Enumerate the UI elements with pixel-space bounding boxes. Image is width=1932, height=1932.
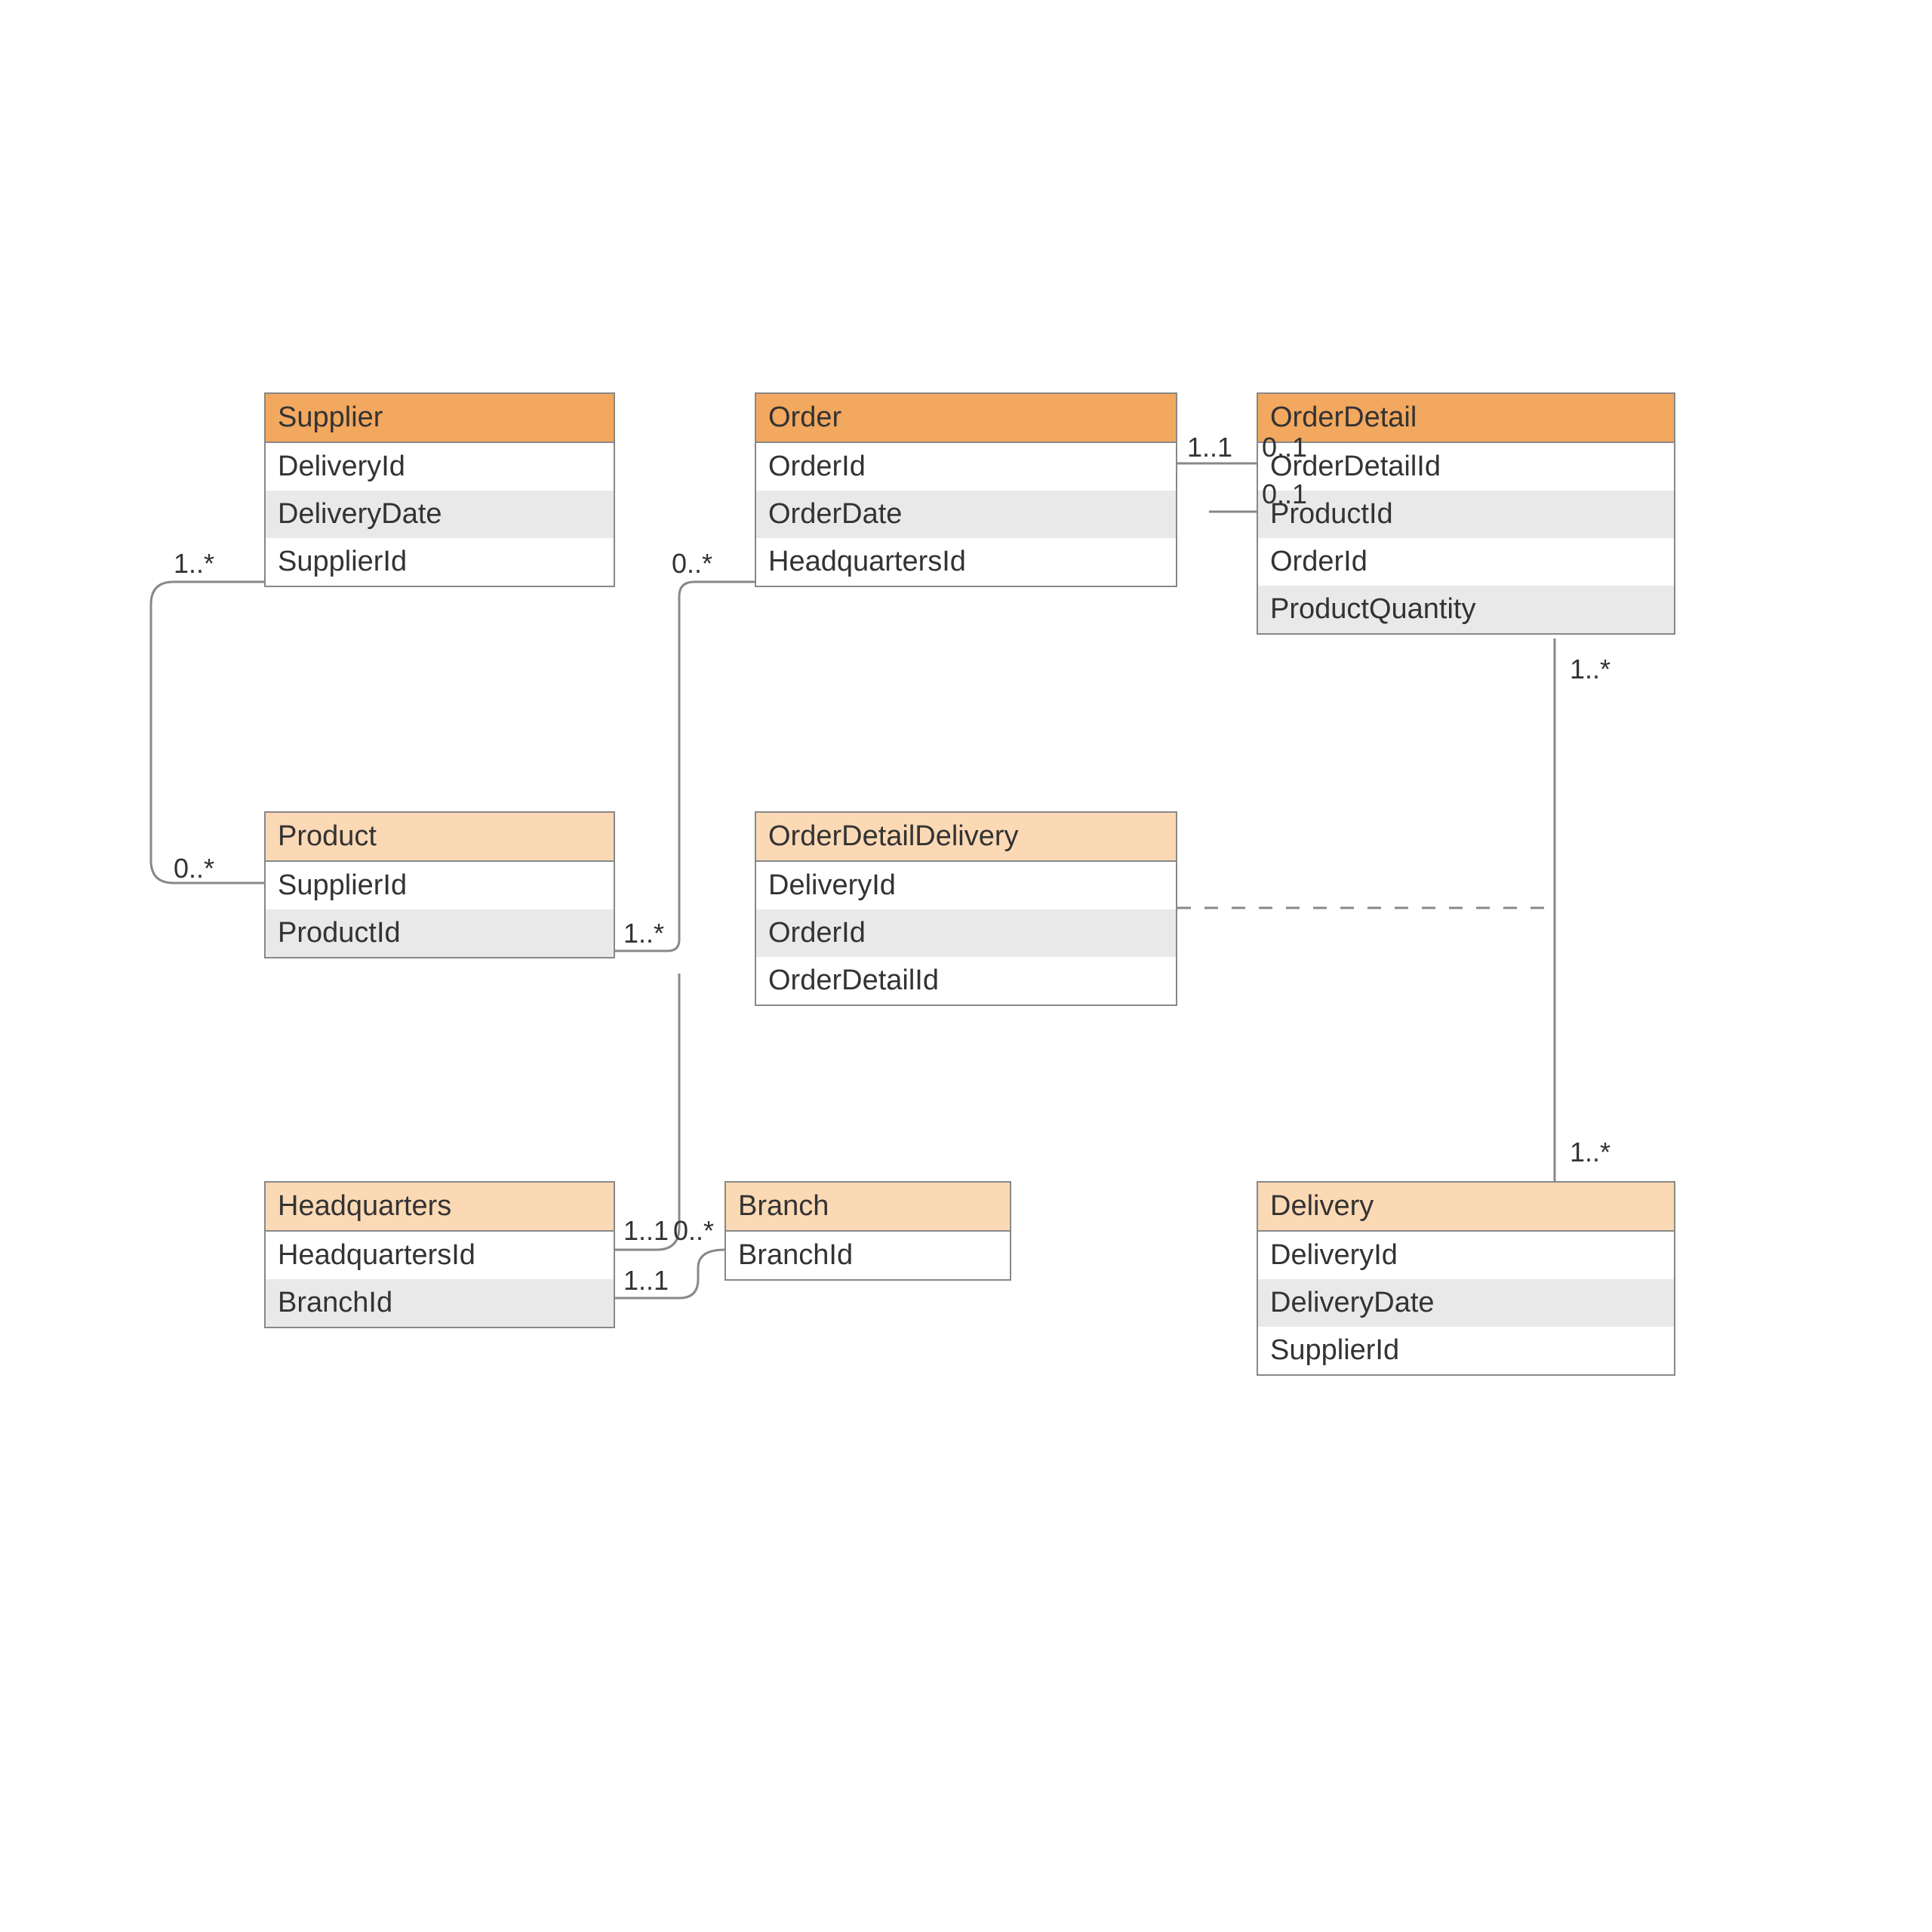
entity-headquarters-title: Headquarters	[266, 1183, 614, 1232]
entity-orderdetaildelivery-title: OrderDetailDelivery	[756, 813, 1176, 862]
entity-supplier-attr-1: DeliveryDate	[266, 491, 614, 538]
entity-supplier: Supplier DeliveryId DeliveryDate Supplie…	[264, 392, 615, 587]
rel-headquarters-order	[615, 974, 679, 1250]
entity-supplier-title: Supplier	[266, 394, 614, 443]
entity-supplier-attr-2: SupplierId	[266, 538, 614, 586]
mult-orderdetail-br: 1..*	[1570, 654, 1611, 685]
entity-orderdetail-title: OrderDetail	[1258, 394, 1674, 443]
er-diagram-canvas: Supplier DeliveryId DeliveryDate Supplie…	[0, 0, 1932, 1932]
entity-delivery-title: Delivery	[1258, 1183, 1674, 1232]
entity-orderdetail-attr-1: ProductId	[1258, 491, 1674, 538]
entity-delivery-attr-1: DeliveryDate	[1258, 1279, 1674, 1327]
entity-orderdetaildelivery: OrderDetailDelivery DeliveryId OrderId O…	[755, 811, 1177, 1006]
mult-orderdetail-tl: 0..1	[1262, 432, 1307, 463]
entity-order-attr-1: OrderDate	[756, 491, 1176, 538]
entity-branch-title: Branch	[726, 1183, 1010, 1232]
entity-branch: Branch BranchId	[724, 1181, 1011, 1281]
entity-headquarters-attr-0: HeadquartersId	[266, 1232, 614, 1279]
entity-headquarters: Headquarters HeadquartersId BranchId	[264, 1181, 615, 1328]
mult-supplier-top: 1..*	[174, 548, 214, 580]
entity-orderdetail: OrderDetail OrderDetailId ProductId Orde…	[1257, 392, 1675, 635]
entity-delivery-attr-0: DeliveryId	[1258, 1232, 1674, 1279]
mult-supplier-bot: 0..*	[174, 853, 214, 884]
entity-headquarters-attr-1: BranchId	[266, 1279, 614, 1327]
entity-orderdetail-attr-2: OrderId	[1258, 538, 1674, 586]
entity-order: Order OrderId OrderDate HeadquartersId	[755, 392, 1177, 587]
entity-delivery: Delivery DeliveryId DeliveryDate Supplie…	[1257, 1181, 1675, 1376]
entity-orderdetaildelivery-attr-0: DeliveryId	[756, 862, 1176, 909]
mult-hq-r1: 1..1	[623, 1215, 669, 1247]
mult-orderdetail-bl: 0..1	[1262, 478, 1307, 510]
rel-product-order	[615, 582, 755, 951]
mult-order-left: 0..*	[672, 548, 712, 580]
entity-order-title: Order	[756, 394, 1176, 443]
entity-product: Product SupplierId ProductId	[264, 811, 615, 958]
entity-orderdetail-attr-3: ProductQuantity	[1258, 586, 1674, 633]
entity-product-title: Product	[266, 813, 614, 862]
rel-supplier-product	[151, 582, 264, 883]
mult-hq-r2: 1..1	[623, 1265, 669, 1297]
entity-orderdetail-attr-0: OrderDetailId	[1258, 443, 1674, 491]
entity-orderdetaildelivery-attr-2: OrderDetailId	[756, 957, 1176, 1004]
entity-order-attr-2: HeadquartersId	[756, 538, 1176, 586]
entity-delivery-attr-2: SupplierId	[1258, 1327, 1674, 1374]
mult-branch-left: 0..*	[673, 1215, 714, 1247]
entity-supplier-attr-0: DeliveryId	[266, 443, 614, 491]
entity-product-attr-0: SupplierId	[266, 862, 614, 909]
entity-orderdetaildelivery-attr-1: OrderId	[756, 909, 1176, 957]
mult-delivery-top: 1..*	[1570, 1137, 1611, 1168]
entity-branch-attr-0: BranchId	[726, 1232, 1010, 1279]
mult-order-right: 1..1	[1187, 432, 1232, 463]
entity-product-attr-1: ProductId	[266, 909, 614, 957]
mult-product-right: 1..*	[623, 918, 664, 949]
entity-order-attr-0: OrderId	[756, 443, 1176, 491]
